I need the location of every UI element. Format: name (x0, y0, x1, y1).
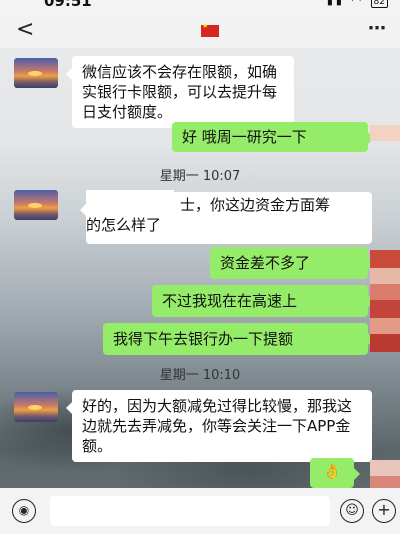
contact-avatar[interactable] (14, 58, 58, 88)
flag-icon (201, 22, 219, 37)
message-sent[interactable]: 我得下午去银行办一下提额 (103, 323, 374, 355)
pixelated-area (370, 125, 400, 141)
message-sent[interactable]: 资金差不多了 (210, 247, 374, 279)
message-sent[interactable]: 好 哦周一研究一下 (172, 122, 374, 152)
contact-avatar[interactable] (14, 190, 58, 220)
timestamp: 星期一 10:07 (159, 169, 241, 184)
voice-input-icon[interactable]: ◉ (12, 499, 36, 523)
status-time: 09:51 (44, 0, 92, 10)
pixelated-area (370, 460, 400, 488)
more-actions-icon[interactable]: + (372, 499, 396, 523)
thumbs-up-icon: 👌 (322, 462, 342, 480)
message-received[interactable]: 微信应该不会存在限额，如确实银行卡限额，可以去提升每日支付额度。 (66, 56, 294, 128)
contact-avatar[interactable] (14, 392, 58, 422)
status-bar: 09:51 ▮▮ ◠ 82 (0, 0, 400, 14)
chat-header: < ⋯ (0, 14, 400, 48)
message-line: 的怎么样了 (86, 216, 162, 234)
message-received[interactable]: 好的，因为大额减免过得比较慢，那我这边就先去弄减免，你等会关注一下APP金额。 (66, 390, 372, 462)
emoji-icon[interactable]: ☺ (340, 499, 364, 523)
back-button[interactable]: < (16, 17, 34, 42)
pixelated-area (370, 250, 400, 352)
signal-icon: ▮▮ (326, 0, 345, 7)
message-input[interactable] (50, 496, 330, 526)
wifi-icon: ◠ (351, 0, 365, 7)
message-sent[interactable]: 不过我现在在高速上 (152, 285, 374, 317)
sticker-message[interactable]: 👌 (310, 458, 360, 488)
redaction-block (86, 190, 174, 214)
status-icons: ▮▮ ◠ 82 (327, 0, 388, 8)
battery-icon: 82 (370, 0, 388, 8)
input-bar: ◉ ☺ + (0, 488, 400, 534)
timestamp: 星期一 10:10 (159, 368, 241, 383)
more-options-button[interactable]: ⋯ (368, 18, 386, 39)
